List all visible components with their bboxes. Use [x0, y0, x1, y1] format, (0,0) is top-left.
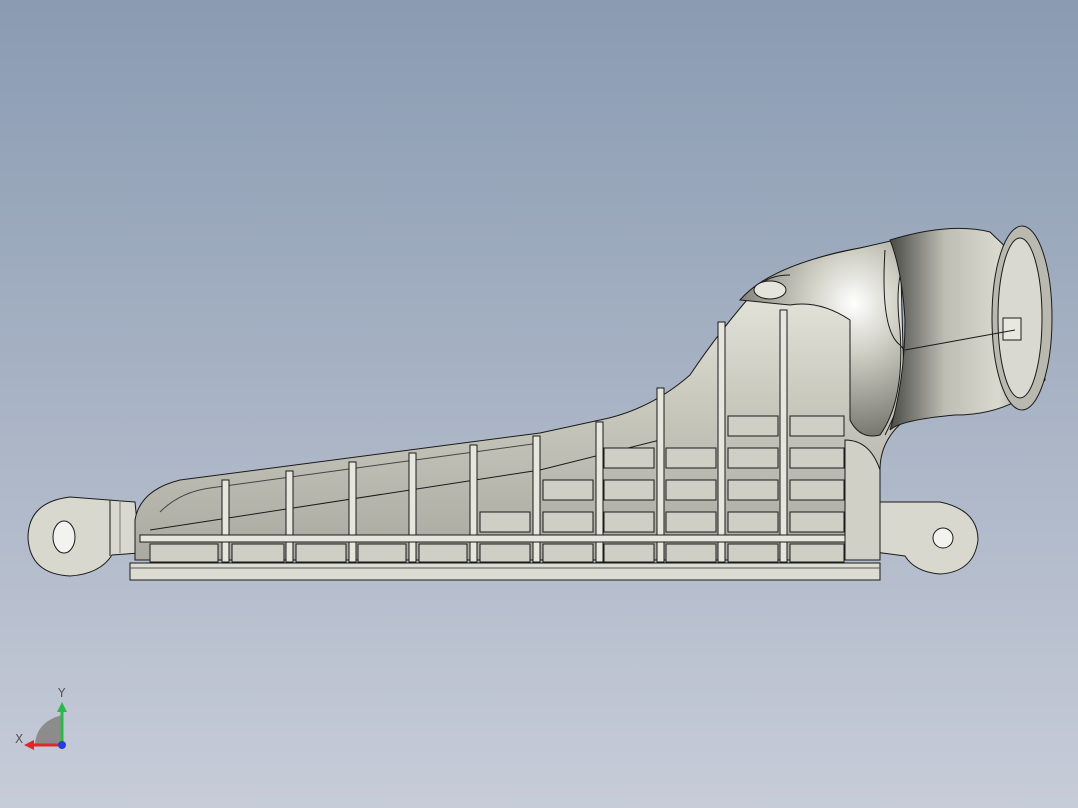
triad-x-label: X [15, 732, 24, 746]
triad-y-label: Y [58, 686, 66, 700]
right-mount-hole [932, 527, 954, 549]
graphics-viewport[interactable]: Y X [0, 0, 1078, 808]
outlet-clip [1002, 317, 1022, 341]
model-view[interactable] [0, 0, 1078, 808]
body-right-end [844, 439, 881, 561]
elbow-flange [753, 280, 787, 300]
left-mount-hole [52, 520, 76, 554]
horizontal-rib [139, 534, 881, 543]
base-plate [129, 562, 881, 581]
